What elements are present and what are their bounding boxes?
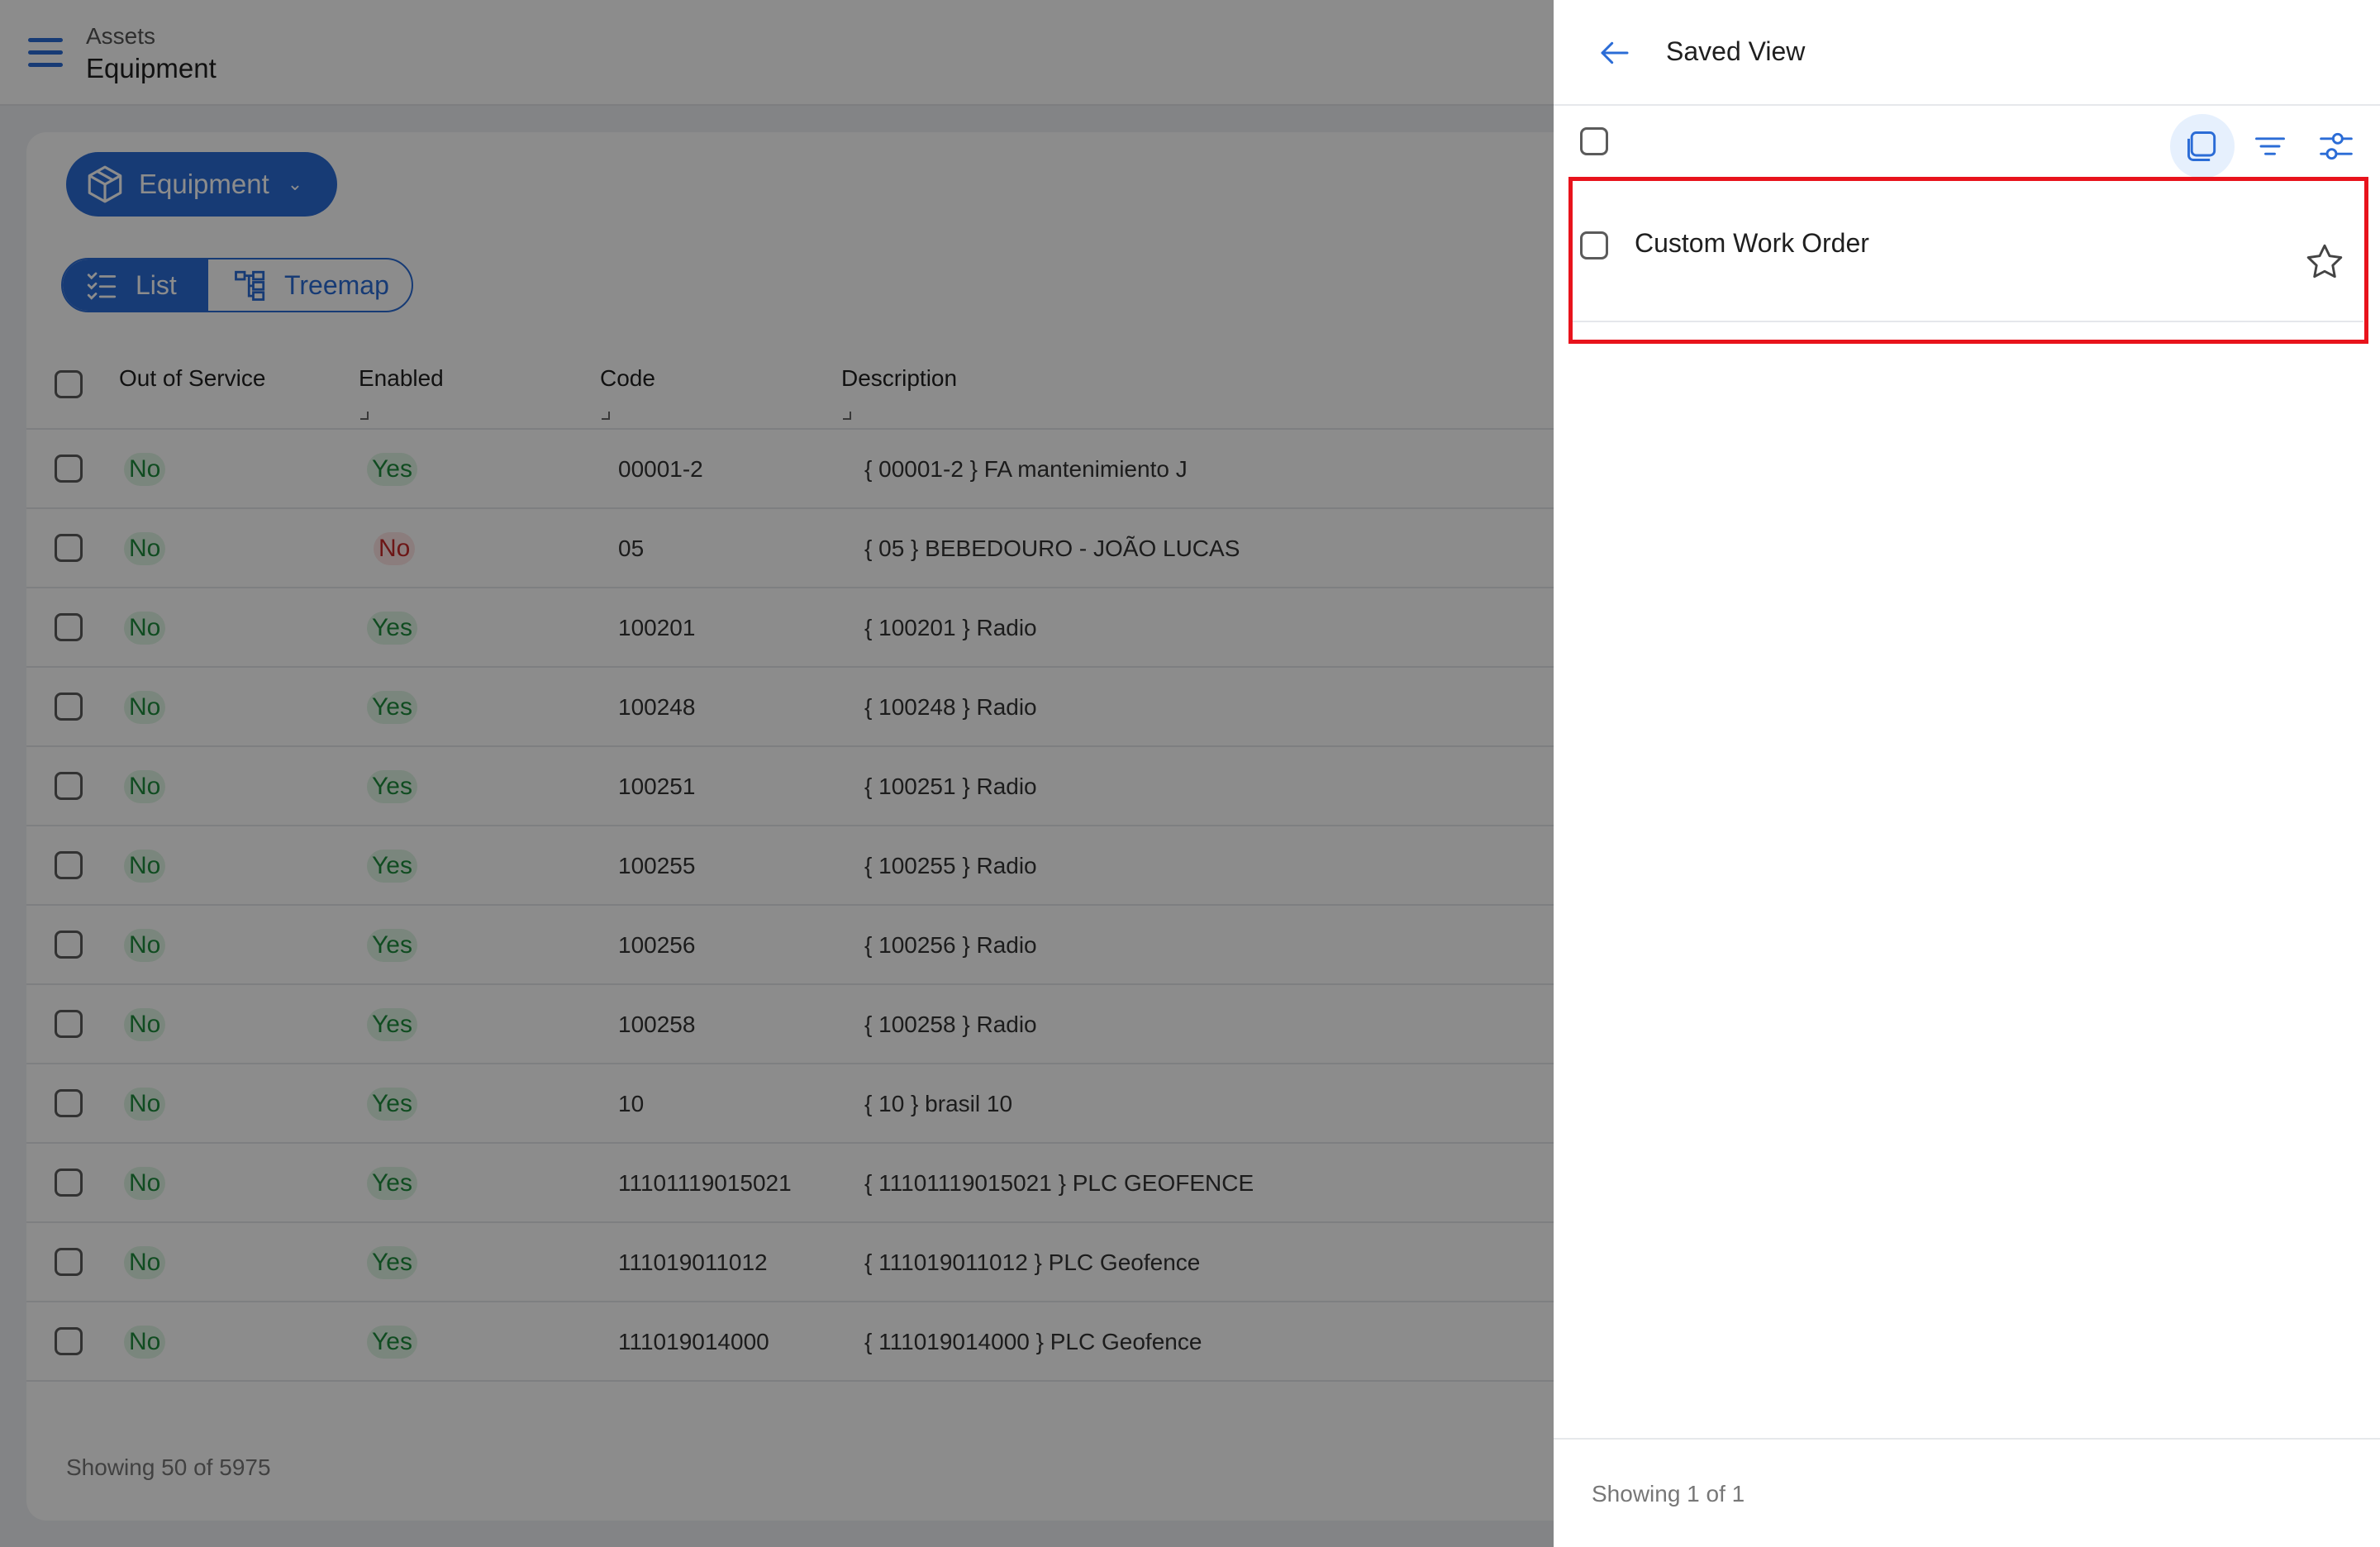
drawer-toolbar [1554, 107, 2380, 182]
copy-icon [2187, 131, 2216, 161]
drawer-title: Saved View [1666, 36, 1806, 66]
filter-icon [2255, 137, 2285, 155]
drawer-footer: Showing 1 of 1 [1554, 1438, 2380, 1547]
saved-view-count: Showing 1 of 1 [1592, 1481, 1745, 1507]
drawer-header: Saved View [1554, 0, 2380, 106]
select-all-saved-views-checkbox[interactable] [1580, 127, 1608, 155]
modal-backdrop[interactable] [0, 0, 1554, 1547]
arrow-left-icon[interactable] [1597, 36, 1633, 69]
adjust-button[interactable] [2304, 114, 2368, 178]
sliders-icon [2320, 132, 2353, 160]
copy-button[interactable] [2170, 114, 2235, 178]
highlight-box [1568, 177, 2368, 344]
filter-button[interactable] [2238, 114, 2302, 178]
